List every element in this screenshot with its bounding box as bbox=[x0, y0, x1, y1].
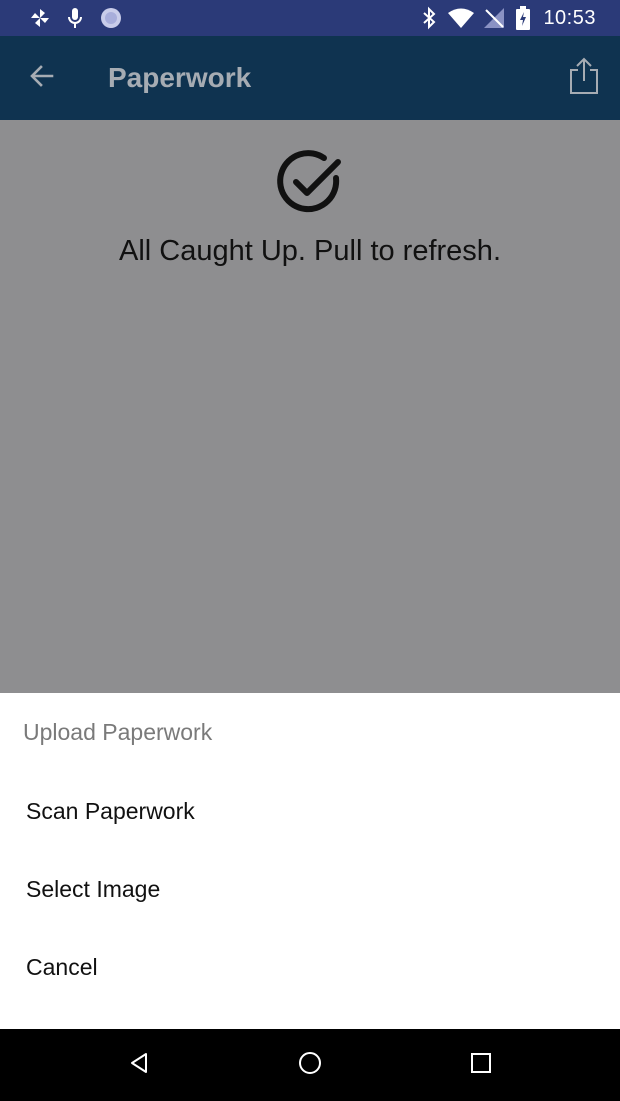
bluetooth-icon bbox=[418, 0, 440, 36]
arrow-left-icon bbox=[28, 62, 56, 95]
page-title: Paperwork bbox=[108, 62, 252, 93]
share-icon bbox=[568, 57, 600, 100]
scan-paperwork-option[interactable]: Scan Paperwork bbox=[0, 772, 620, 850]
nav-back-button[interactable] bbox=[109, 1043, 169, 1087]
select-image-option[interactable]: Select Image bbox=[0, 850, 620, 928]
app-bar: Paperwork bbox=[0, 36, 620, 120]
battery-icon bbox=[514, 0, 532, 36]
cancel-option[interactable]: Cancel bbox=[0, 928, 620, 1006]
home-circle-icon bbox=[297, 1050, 323, 1081]
nav-recents-button[interactable] bbox=[451, 1043, 511, 1087]
recents-square-icon bbox=[469, 1051, 493, 1080]
system-nav-bar bbox=[0, 1029, 620, 1101]
microphone-icon bbox=[64, 0, 86, 36]
sheet-title: Upload Paperwork bbox=[23, 719, 213, 745]
status-time: 10:53 bbox=[543, 7, 596, 29]
back-triangle-icon bbox=[127, 1051, 151, 1080]
paperwork-list-area[interactable]: All Caught Up. Pull to refresh. bbox=[0, 120, 620, 693]
pinwheel-icon bbox=[26, 0, 54, 36]
circle-dots-icon bbox=[98, 0, 124, 36]
upload-bottom-sheet: Upload Paperwork Scan Paperwork Select I… bbox=[0, 693, 620, 1029]
nav-home-button[interactable] bbox=[280, 1043, 340, 1087]
status-bar: 10:53 bbox=[0, 0, 620, 36]
back-button[interactable] bbox=[14, 50, 70, 106]
share-button[interactable] bbox=[558, 52, 610, 104]
empty-state-message: All Caught Up. Pull to refresh. bbox=[118, 235, 501, 267]
no-signal-icon bbox=[482, 0, 506, 36]
wifi-icon bbox=[446, 0, 476, 36]
check-circle-icon bbox=[276, 148, 344, 216]
